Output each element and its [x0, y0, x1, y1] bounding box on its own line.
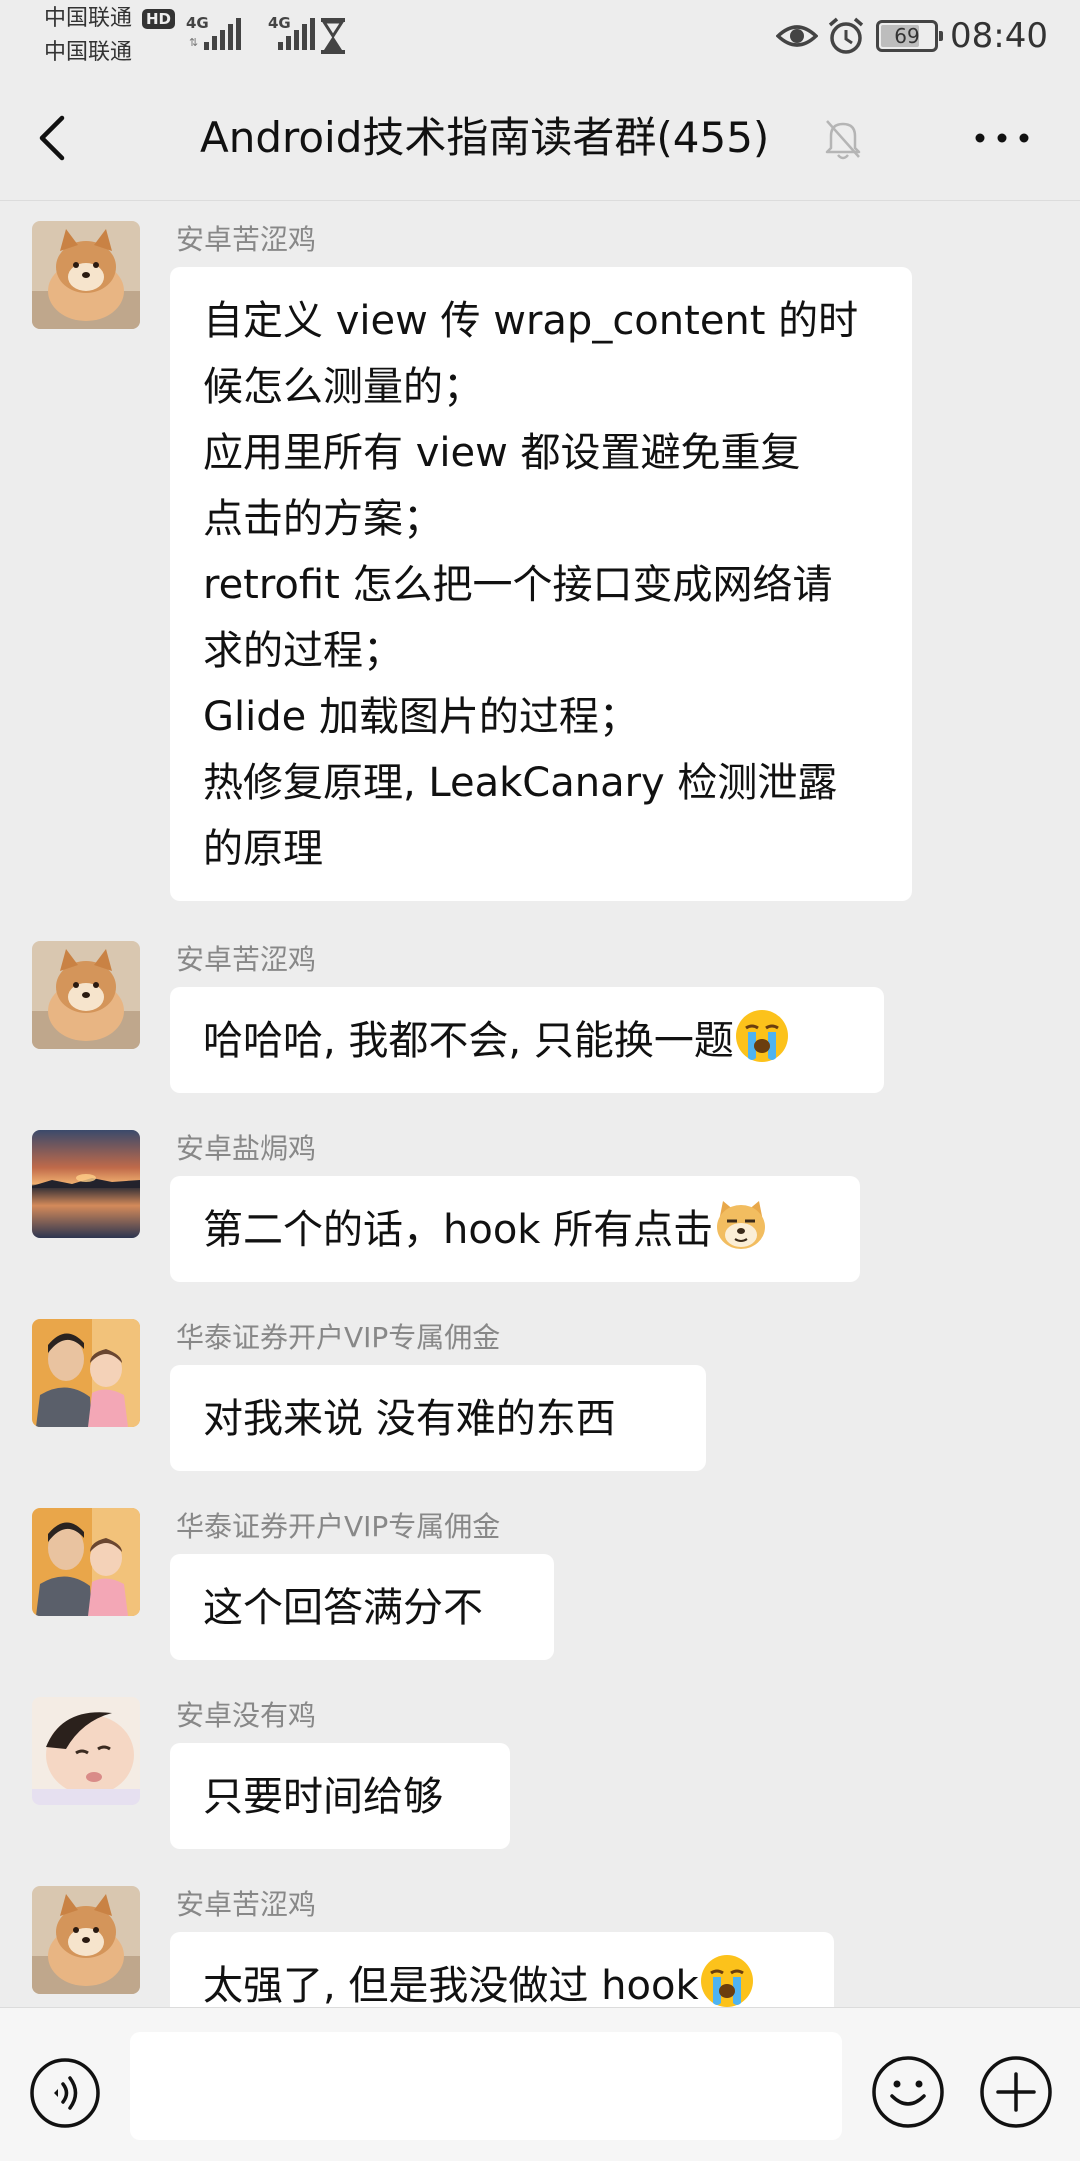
message-text-line: 的原理 [203, 826, 323, 872]
crying-face-emoji [700, 1955, 753, 2007]
message-item: 华泰证券开户VIP专属佣金 这个回答满分不 [0, 1488, 1080, 1677]
sender-name: 华泰证券开户VIP专属佣金 [176, 1321, 501, 1354]
message-bubble[interactable]: 只要时间给够 [170, 1743, 510, 1849]
sender-name: 安卓苦涩鸡 [176, 943, 317, 976]
avatar[interactable] [32, 1886, 140, 1994]
message-text-line: 哈哈哈, 我都不会, 只能换一题 [203, 1008, 852, 1074]
message-item: 安卓苦涩鸡 哈哈哈, 我都不会, 只能换一题 [0, 921, 1080, 1110]
message-input[interactable] [130, 2032, 842, 2140]
message-text: 第二个的话，hook 所有点击 [203, 1207, 714, 1253]
network-type-label: 4G [268, 14, 291, 32]
plus-circle-icon [980, 2056, 1052, 2128]
avatar[interactable] [32, 1130, 140, 1238]
battery-indicator: 69 [876, 20, 943, 52]
hourglass-icon [321, 18, 345, 54]
message-item: 华泰证券开户VIP专属佣金 对我来说 没有难的东西 [0, 1299, 1080, 1488]
hd-badge: HD [142, 9, 176, 29]
message-item: 安卓苦涩鸡 太强了, 但是我没做过 hook [0, 1866, 1080, 2007]
sunset-lake-avatar-image [32, 1130, 140, 1238]
message-text-line: retrofit 怎么把一个接口变成网络请 [203, 562, 833, 608]
avatar[interactable] [32, 1508, 140, 1616]
message-item: 安卓没有鸡 只要时间给够 [0, 1677, 1080, 1866]
avatar[interactable] [32, 941, 140, 1049]
carrier-name-2: 中国联通 [44, 40, 133, 65]
message-bubble[interactable]: 哈哈哈, 我都不会, 只能换一题 [170, 987, 884, 1093]
message-text-line: 太强了, 但是我没做过 hook [203, 1953, 802, 2007]
alarm-clock-icon [828, 17, 864, 54]
sender-name: 安卓没有鸡 [176, 1699, 317, 1732]
message-item: 安卓盐焗鸡 第二个的话，hook 所有点击 [0, 1110, 1080, 1299]
sender-name: 安卓苦涩鸡 [176, 1888, 317, 1921]
shiba-dog-avatar-image [32, 941, 140, 1049]
message-text: 哈哈哈, 我都不会, 只能换一题 [203, 1018, 734, 1064]
message-text-line: 点击的方案； [203, 496, 443, 542]
message-text: 这个回答满分不 [203, 1585, 483, 1631]
signal-icon: 4G ⇅ [186, 14, 241, 50]
chevron-left-icon [39, 115, 65, 161]
svg-text:⇅: ⇅ [189, 36, 198, 49]
more-horizontal-icon [975, 133, 1029, 143]
doge-face-emoji [717, 1201, 766, 1249]
message-text: 只要时间给够 [203, 1774, 443, 1820]
shiba-dog-avatar-image [32, 1886, 140, 1994]
avatar[interactable] [32, 221, 140, 329]
message-bubble[interactable]: 这个回答满分不 [170, 1554, 554, 1660]
message-text-line: 第二个的话，hook 所有点击 [203, 1197, 828, 1263]
chat-header: Android技术指南读者群(455) [0, 76, 1080, 201]
message-text-line: 热修复原理, LeakCanary 检测泄露 [203, 760, 838, 806]
sender-name: 华泰证券开户VIP专属佣金 [176, 1510, 501, 1543]
input-bar [0, 2007, 1080, 2161]
shiba-dog-avatar-image [32, 221, 140, 329]
status-bar: 中国联通 中国联通 HD 4G ⇅ 4G 69 08:40 [0, 0, 1080, 76]
avatar[interactable] [32, 1697, 140, 1805]
avatar[interactable] [32, 1319, 140, 1427]
voice-icon [30, 2058, 100, 2128]
network-type-label: 4G [186, 14, 209, 32]
message-bubble[interactable]: 自定义 view 传 wrap_content 的时 候怎么测量的； 应用里所有… [170, 267, 912, 901]
emoji-button[interactable] [870, 2054, 946, 2130]
message-bubble[interactable]: 太强了, 但是我没做过 hook [170, 1932, 834, 2007]
voice-button[interactable] [28, 2056, 102, 2130]
message-item: 安卓苦涩鸡 自定义 view 传 wrap_content 的时 候怎么测量的；… [0, 201, 1080, 921]
eye-icon [776, 25, 818, 47]
message-bubble[interactable]: 对我来说 没有难的东西 [170, 1365, 706, 1471]
back-button[interactable] [26, 106, 82, 170]
smiley-icon [872, 2056, 944, 2128]
message-text-line: 自定义 view 传 wrap_content 的时 [203, 298, 859, 344]
message-text-line: 求的过程； [203, 628, 403, 674]
father-daughter-avatar-image [32, 1508, 140, 1616]
message-text-line: 候怎么测量的； [203, 364, 483, 410]
message-text: 对我来说 没有难的东西 [203, 1396, 616, 1442]
carrier-name-1: 中国联通 [44, 6, 133, 31]
sender-name: 安卓苦涩鸡 [176, 223, 317, 256]
plus-button[interactable] [978, 2054, 1054, 2130]
sender-name: 安卓盐焗鸡 [176, 1132, 317, 1165]
message-list[interactable]: 安卓苦涩鸡 自定义 view 传 wrap_content 的时 候怎么测量的；… [0, 201, 1080, 2007]
message-text: 太强了, 但是我没做过 hook [203, 1963, 699, 2007]
battery-level: 69 [894, 24, 920, 48]
bell-off-icon [825, 120, 861, 160]
more-button[interactable] [970, 116, 1034, 160]
chat-title: Android技术指南读者群(455) [200, 113, 770, 162]
father-daughter-avatar-image [32, 1319, 140, 1427]
message-bubble[interactable]: 第二个的话，hook 所有点击 [170, 1176, 860, 1282]
message-text-line: Glide 加载图片的过程； [203, 694, 639, 740]
message-text-line: 应用里所有 view 都设置避免重复 [203, 430, 801, 476]
baby-face-avatar-image [32, 1697, 140, 1805]
status-time: 08:40 [950, 16, 1048, 56]
crying-face-emoji [735, 1010, 788, 1062]
